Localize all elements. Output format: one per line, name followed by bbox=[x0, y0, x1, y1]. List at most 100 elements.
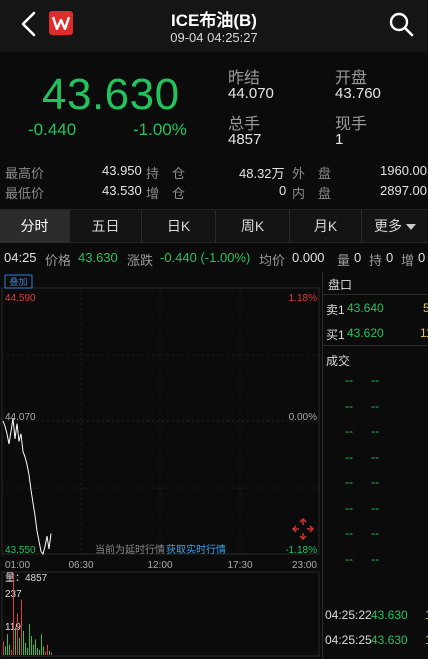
ask1-price: 43.640 bbox=[347, 301, 384, 315]
trade-placeholder: -- bbox=[345, 373, 353, 387]
volume-bar bbox=[47, 644, 48, 655]
volume-bar bbox=[13, 573, 14, 655]
outer-label: 外 盘 bbox=[292, 166, 332, 181]
volume-bar bbox=[37, 648, 38, 655]
trade-time: 04:25:22 bbox=[325, 608, 372, 622]
volume-bar bbox=[41, 634, 42, 655]
info-vol-label: 量 bbox=[337, 253, 351, 268]
inner-value: 2897.00 bbox=[380, 183, 427, 198]
volume-frame bbox=[1, 571, 320, 657]
bid1-price: 43.620 bbox=[347, 326, 384, 340]
tab-more[interactable]: 更多 bbox=[362, 210, 428, 243]
info-hold: 0 bbox=[386, 250, 394, 265]
trade-price: 43.630 bbox=[371, 608, 408, 622]
open-value: 43.760 bbox=[335, 85, 381, 102]
top-nav-bar: ICE布油(B) 09-04 04:25:27 bbox=[0, 0, 428, 52]
tab-daily-k[interactable]: 日K bbox=[142, 210, 216, 243]
trade-placeholder: -- bbox=[371, 424, 379, 438]
volume-bar bbox=[43, 646, 44, 655]
x-tick-label: 06:30 bbox=[68, 560, 93, 571]
volume-total-label: 量：4857 bbox=[5, 572, 48, 584]
bid1-label: 买1 bbox=[326, 328, 345, 342]
overlay-button[interactable]: 叠加 bbox=[9, 277, 27, 287]
info-change-label: 涨跌 bbox=[127, 253, 154, 268]
info-change: -0.440 (-1.00%) bbox=[160, 250, 251, 265]
pct-bot-label: -1.18% bbox=[285, 545, 317, 556]
volume-bar bbox=[33, 644, 34, 655]
page-title: ICE布油(B) bbox=[171, 11, 257, 30]
realtime-link[interactable]: 获取实时行情 bbox=[166, 543, 226, 556]
info-inc-label: 增 bbox=[401, 253, 415, 268]
volume-bar bbox=[17, 613, 18, 655]
info-avg: 0.000 bbox=[292, 250, 325, 265]
volume-bar bbox=[21, 599, 22, 655]
volume-bar bbox=[25, 642, 26, 655]
stats-grid: 最高价 43.950 持 仓 48.32万 外 盘 1960.00 最低价 43… bbox=[0, 160, 428, 204]
hold-value: 48.32万 bbox=[239, 166, 285, 181]
prev-close-value: 44.070 bbox=[228, 85, 274, 102]
low-value: 43.530 bbox=[102, 183, 142, 198]
volume-bars-group bbox=[3, 573, 52, 655]
volume-bar bbox=[39, 649, 40, 655]
intraday-chart[interactable]: 叠加 44.590 1.18% 44.070 0.00% 43.550 -1.1… bbox=[0, 272, 322, 659]
trade-placeholder: -- bbox=[345, 398, 353, 413]
price-change-pct: -1.00% bbox=[133, 120, 187, 139]
bid1-qty: 11 bbox=[420, 326, 428, 340]
volume-bar bbox=[11, 649, 12, 655]
trade-placeholder: -- bbox=[345, 551, 353, 566]
volume-bar bbox=[29, 623, 30, 655]
volume-bar bbox=[31, 636, 32, 655]
volume-bar bbox=[15, 627, 16, 655]
x-tick-label: 12:00 bbox=[147, 560, 172, 571]
info-price: 43.630 bbox=[78, 250, 118, 265]
high-label: 最高价 bbox=[5, 166, 45, 181]
delay-note: 当前为延时行情 bbox=[95, 543, 165, 556]
cursor-info-bar: 04:25 价格 43.630 涨跌 -0.440 (-1.00%) 均价 0.… bbox=[0, 247, 428, 269]
y-mid-label: 44.070 bbox=[5, 412, 36, 423]
trade-placeholder: -- bbox=[371, 500, 379, 515]
last-price: 43.630 bbox=[42, 70, 180, 119]
x-tick-label: 23:00 bbox=[292, 560, 317, 571]
info-hold-label: 持 bbox=[369, 253, 383, 268]
trade-placeholder: -- bbox=[345, 475, 353, 489]
trade-placeholder: -- bbox=[371, 398, 379, 413]
outer-value: 1960.00 bbox=[380, 163, 427, 178]
inc-label: 增 仓 bbox=[146, 186, 186, 201]
low-label: 最低价 bbox=[5, 186, 45, 201]
info-inc: 0 bbox=[418, 250, 426, 265]
total-volume-value: 4857 bbox=[228, 131, 262, 148]
volume-bar bbox=[51, 652, 52, 655]
trade-placeholder: -- bbox=[371, 551, 379, 566]
trade-placeholder: -- bbox=[371, 449, 379, 464]
info-time: 04:25 bbox=[4, 250, 37, 265]
volume-bar bbox=[19, 637, 20, 655]
search-icon[interactable] bbox=[388, 11, 414, 37]
order-book-title: 盘口 bbox=[328, 278, 353, 292]
tab-weekly-k[interactable]: 周K bbox=[216, 210, 290, 243]
volume-bar bbox=[49, 650, 50, 655]
volume-bar bbox=[9, 644, 10, 655]
crosshair-move-icon[interactable] bbox=[292, 518, 314, 540]
tab-more-label: 更多 bbox=[374, 218, 402, 234]
pct-mid-label: 0.00% bbox=[289, 412, 317, 423]
trade-price: 43.630 bbox=[371, 633, 408, 647]
period-tabs: 分时 五日 日K 周K 月K 更多 bbox=[0, 209, 428, 243]
order-book-panel: 盘口 卖1 43.640 5 买1 43.620 11 成交 -- -- -- -- -… bbox=[322, 272, 428, 659]
ask1-label: 卖1 bbox=[326, 303, 345, 317]
high-value: 43.950 bbox=[102, 163, 142, 178]
trade-time: 04:25:25 bbox=[325, 633, 372, 647]
trade-placeholder: -- bbox=[345, 526, 353, 540]
tab-monthly-k[interactable]: 月K bbox=[290, 210, 362, 243]
y-bot-label: 43.550 bbox=[5, 545, 36, 556]
datetime-label: 09-04 04:25:27 bbox=[170, 30, 258, 45]
trade-placeholder: -- bbox=[371, 475, 379, 489]
inc-value: 0 bbox=[279, 183, 287, 198]
info-avg-label: 均价 bbox=[259, 253, 286, 268]
x-tick-label: 17:30 bbox=[227, 560, 252, 571]
volume-bar bbox=[35, 639, 36, 655]
volume-bar bbox=[27, 648, 28, 655]
chevron-down-icon bbox=[406, 224, 416, 231]
tab-intraday[interactable]: 分时 bbox=[0, 210, 70, 243]
info-price-label: 价格 bbox=[45, 253, 72, 268]
tab-five-day[interactable]: 五日 bbox=[70, 210, 142, 243]
